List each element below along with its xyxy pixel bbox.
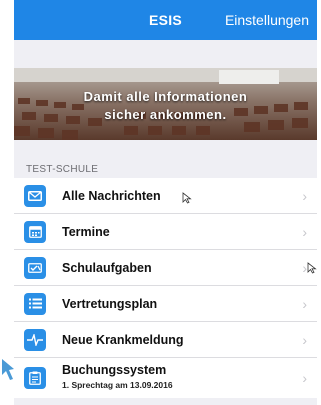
clipboard-icon [24, 367, 46, 389]
menu-item-subtitle: 1. Sprechtag am 13.09.2016 [62, 380, 173, 390]
chevron-right-icon: › [302, 331, 307, 348]
homework-icon [24, 256, 46, 279]
settings-button[interactable]: Einstellungen [225, 12, 309, 28]
menu-item-label: Vertretungsplan [62, 296, 158, 311]
envelope-icon [24, 184, 46, 207]
section-header: TEST-SCHULE [26, 164, 99, 175]
menu-list: Alle Nachrichten › Termine › Schulaufgab… [14, 178, 317, 398]
chevron-right-icon: › [302, 295, 307, 312]
app-screen: ESIS Einstellungen Damit alle Informatio… [14, 0, 317, 405]
menu-item-alle-nachrichten[interactable]: Alle Nachrichten › [14, 178, 317, 214]
menu-item-label: Neue Krankmeldung [62, 332, 184, 347]
menu-item-buchungssystem[interactable]: Buchungssystem 1. Sprechtag am 13.09.201… [14, 358, 317, 398]
menu-item-vertretungsplan[interactable]: Vertretungsplan › [14, 286, 317, 322]
menu-item-label: Alle Nachrichten [62, 188, 161, 203]
calendar-icon [24, 220, 46, 243]
banner-image: Damit alle Informationen sicher ankommen… [14, 68, 317, 140]
mouse-cursor-icon [182, 192, 192, 204]
chevron-right-icon: › [302, 187, 307, 204]
menu-item-label: Buchungssystem [62, 363, 167, 377]
heartbeat-icon [24, 328, 46, 351]
menu-item-schulaufgaben[interactable]: Schulaufgaben › [14, 250, 317, 286]
menu-item-termine[interactable]: Termine › [14, 214, 317, 250]
list-icon [24, 292, 46, 315]
menu-item-label: Termine [62, 224, 110, 239]
mouse-cursor-icon [307, 262, 317, 274]
navigation-bar: ESIS Einstellungen [14, 0, 317, 40]
chevron-right-icon: › [302, 223, 307, 240]
menu-item-label: Schulaufgaben [62, 260, 152, 275]
banner-line-1: Damit alle Informationen [83, 89, 248, 104]
banner-caption: Damit alle Informationen sicher ankommen… [14, 88, 317, 124]
menu-item-neue-krankmeldung[interactable]: Neue Krankmeldung › [14, 322, 317, 358]
chevron-right-icon: › [302, 370, 307, 386]
banner-line-2: sicher ankommen. [104, 107, 227, 122]
